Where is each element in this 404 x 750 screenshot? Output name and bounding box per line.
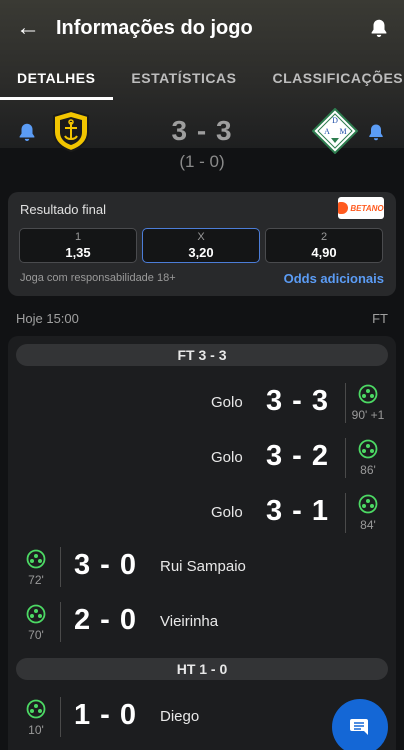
event-minute: 70' [28,628,44,642]
halftime-score: (1 - 0) [179,152,225,171]
odd-home-button[interactable]: 1 1,35 [19,228,137,263]
event-minute: 72' [28,573,44,587]
away-crest-letter: A [324,127,330,136]
event-score: 3 - 1 [266,495,330,527]
event-row[interactable]: Golo 3 - 2 86' [8,433,396,483]
notification-bell-icon[interactable] [354,17,404,39]
chat-button[interactable] [332,699,388,750]
away-team-bell-icon[interactable] [366,121,386,148]
odd-value: 3,20 [188,245,214,260]
odds-title: Resultado final [20,202,106,217]
soccer-ball-icon [26,549,46,569]
app-bar: ← Informações do jogo [0,0,404,56]
odd-label: 1 [74,231,82,243]
events-timeline: FT 3 - 3 Golo 3 - 3 90' +1 Golo 3 - 2 86… [8,336,396,750]
soccer-ball-icon [358,384,378,404]
tab-bar: DETALHES ESTATÍSTICAS CLASSIFICAÇÕES [0,60,404,100]
odd-value: 1,35 [65,245,91,260]
event-minute: 84' [360,518,376,532]
event-type-label: Golo [211,394,243,411]
odd-value: 4,90 [311,245,337,260]
event-type-label: Golo [211,449,243,466]
odd-draw-button[interactable]: X 3,20 [142,228,260,263]
responsible-gambling-note: Joga com responsabilidade 18+ [20,272,176,284]
match-status: FT [372,311,388,326]
away-team-crest[interactable]: D A M [312,108,358,154]
tab-classificacoes[interactable]: CLASSIFICAÇÕES [272,60,403,100]
halftime-header: HT 1 - 0 [16,658,388,680]
chat-icon [350,719,368,735]
odd-label: X [197,231,205,243]
event-score: 3 - 2 [266,440,330,472]
odd-away-button[interactable]: 2 4,90 [265,228,383,263]
event-row[interactable]: Golo 3 - 3 90' +1 [8,378,396,428]
match-header: 3 - 3 (1 - 0) D A M [0,100,404,180]
event-minute: 10' [28,723,44,737]
betano-logo-text: BETANO [350,203,384,213]
event-row[interactable]: Golo 3 - 1 84' [8,488,396,538]
event-row[interactable]: 72' 3 - 0 Rui Sampaio [8,542,396,592]
scorer-name: Vieirinha [160,613,219,630]
match-date-line: Hoje 15:00 FT [16,311,388,326]
event-score: 2 - 0 [74,604,138,636]
back-arrow-icon[interactable]: ← [0,14,56,42]
odds-card: Resultado final BETANO 1 1,35 X 3,20 2 4… [8,192,396,296]
away-crest-letter: D [332,116,338,125]
page-title: Informações do jogo [56,16,253,39]
soccer-ball-icon [358,439,378,459]
event-score: 3 - 0 [74,549,138,581]
event-row[interactable]: 70' 2 - 0 Vieirinha [8,597,396,647]
betano-logo[interactable]: BETANO [338,197,384,219]
event-score: 3 - 3 [266,385,330,417]
event-score: 1 - 0 [74,699,138,731]
soccer-ball-icon [26,604,46,624]
fulltime-header: FT 3 - 3 [16,344,388,366]
kickoff-time: Hoje 15:00 [16,311,79,326]
event-minute: 90' +1 [351,408,385,422]
more-odds-link[interactable]: Odds adicionais [284,271,384,286]
odd-label: 2 [320,231,328,243]
tab-estatisticas[interactable]: ESTATÍSTICAS [131,60,236,100]
away-crest-letter: M [339,127,346,136]
soccer-ball-icon [358,494,378,514]
soccer-ball-icon [26,699,46,719]
tab-detalhes[interactable]: DETALHES [17,60,95,100]
scorer-name: Diego [160,708,200,725]
scorer-name: Rui Sampaio [160,558,246,575]
event-type-label: Golo [211,504,243,521]
event-minute: 86' [360,463,376,477]
